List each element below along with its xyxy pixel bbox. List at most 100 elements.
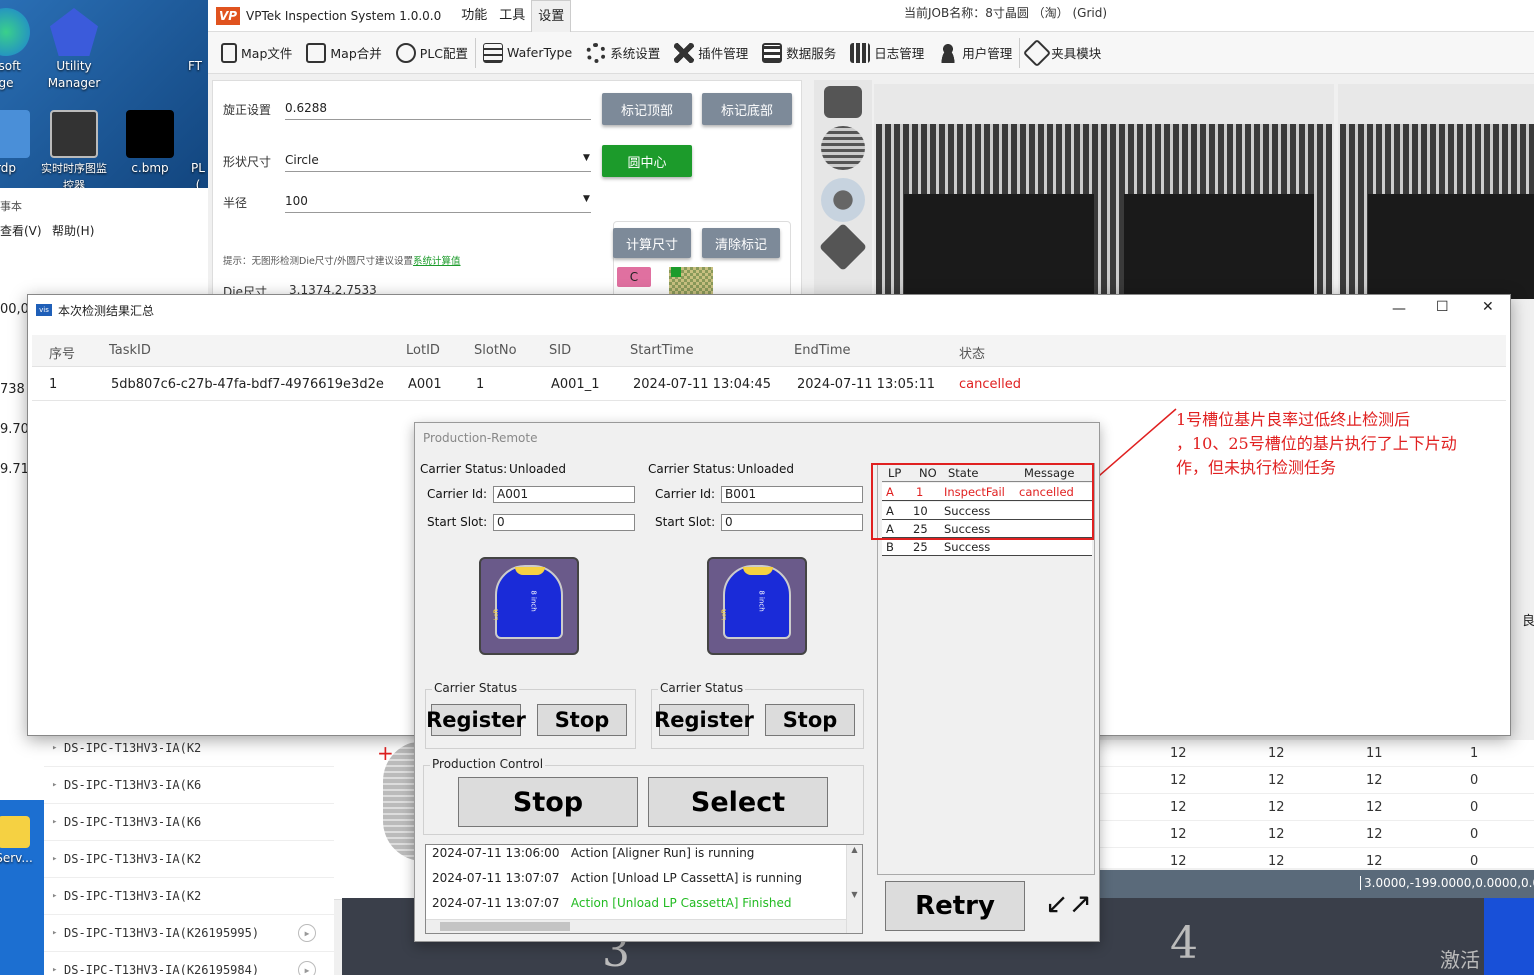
- circle-center-button[interactable]: 圆中心: [602, 145, 692, 177]
- control-select-button[interactable]: Select: [648, 777, 828, 827]
- collapse-icon[interactable]: ↙↗: [1045, 887, 1092, 920]
- menu-settings[interactable]: 设置: [531, 0, 572, 32]
- die-image-core: [1124, 194, 1314, 299]
- menu-tools[interactable]: 工具: [493, 0, 531, 32]
- mark-top-button[interactable]: 标记顶部: [602, 93, 692, 125]
- start-slot-input[interactable]: 0: [721, 514, 863, 531]
- rdp-icon: [0, 110, 30, 158]
- calc-size-button[interactable]: 计算尺寸: [613, 228, 691, 258]
- wafer-scan-icon[interactable]: [821, 178, 865, 222]
- retry-button[interactable]: Retry: [885, 881, 1025, 931]
- desktop-icon-utility-manager[interactable]: Utility Manager: [38, 8, 110, 92]
- play-icon[interactable]: ▶: [298, 924, 316, 942]
- desktop-icon-ft[interactable]: FT: [180, 58, 210, 75]
- register-button[interactable]: Register: [654, 704, 754, 736]
- menu-help[interactable]: 帮助(H): [52, 222, 94, 239]
- shape-select[interactable]: Circle: [285, 153, 591, 172]
- desktop-icon-edge[interactable]: osoft ge: [0, 8, 42, 92]
- cassette-icon: 8 inch Left: [707, 557, 807, 655]
- die-image-pane-2[interactable]: [1338, 84, 1534, 299]
- camera-icon[interactable]: [824, 86, 862, 118]
- column-header: 序号: [49, 347, 76, 362]
- hint-link[interactable]: 系统计算值: [413, 256, 461, 267]
- wafer: 8 inch Left: [493, 565, 563, 639]
- toolbar-map-merge[interactable]: Map合并: [299, 35, 388, 71]
- die-image-pane-1[interactable]: [874, 84, 1334, 299]
- log-scrollbar[interactable]: ▲ ▼: [846, 845, 862, 933]
- log-hscrollbar[interactable]: [426, 919, 846, 933]
- user-icon: [938, 42, 959, 63]
- list-item[interactable]: DS-IPC-T13HV3-IA(K26195984)▶: [44, 952, 334, 975]
- task-id: 5db807c6-c27b-47fa-bdf7-4976619e3d2e: [111, 377, 384, 392]
- list-item[interactable]: DS-IPC-T13HV3-IA(K6: [44, 804, 334, 841]
- monitor-icon: [50, 110, 98, 158]
- carrier-id-input[interactable]: B001: [721, 486, 863, 503]
- carrier-id-input[interactable]: A001: [493, 486, 635, 503]
- start-slot-input[interactable]: 0: [493, 514, 635, 531]
- play-icon[interactable]: ▶: [298, 961, 316, 975]
- carrier-id-label: Carrier Id:: [427, 487, 488, 501]
- stop-button[interactable]: Stop: [765, 704, 855, 736]
- wafer-side-label: Left: [721, 608, 729, 621]
- desktop-icon-rdp[interactable]: rdp: [0, 110, 42, 177]
- desktop-icon-serv[interactable]: Serv...: [0, 816, 42, 867]
- blue-tile: [1484, 898, 1534, 975]
- file-icon: [221, 42, 237, 63]
- log-line: 2024-07-11 13:06:00 Action [Aligner Run]…: [432, 846, 755, 860]
- toolbar-plugin-manage[interactable]: 插件管理: [667, 35, 755, 71]
- toolbar-system-settings[interactable]: 系统设置: [579, 35, 667, 71]
- toolbar-map-file[interactable]: Map文件: [214, 35, 299, 71]
- app-title: VPTek Inspection System 1.0.0.0: [246, 8, 442, 23]
- job-name: 当前JOB名称：8寸晶圆 （淘） (Grid): [904, 6, 1108, 20]
- hint-text: 提示：无图形检测Die尺寸/外圆尺寸建议设置系统计算值: [223, 256, 461, 267]
- desktop-icon-timing-monitor[interactable]: 实时时序图监 控器: [38, 110, 110, 194]
- bg-result-table: 12 12 11 1 12 12 12 0 12 12 12 0 12 12 1…: [1096, 740, 1534, 868]
- stop-button[interactable]: Stop: [537, 704, 627, 736]
- tool-cross-icon[interactable]: [818, 222, 868, 272]
- table-row[interactable]: B 25 Success: [882, 538, 1092, 556]
- grid-sphere-icon[interactable]: [821, 126, 865, 170]
- list-item[interactable]: DS-IPC-T13HV3-IA(K26195995)▶: [44, 915, 334, 952]
- list-item[interactable]: DS-IPC-T13HV3-IA(K2: [44, 878, 334, 915]
- control-stop-button[interactable]: Stop: [458, 777, 638, 827]
- column-header: LotID: [406, 343, 440, 358]
- carrier-status-label: Carrier Status:: [420, 462, 508, 476]
- column-header: TaskID: [109, 343, 151, 358]
- rotation-input[interactable]: 0.6288: [285, 101, 591, 120]
- list-item[interactable]: DS-IPC-T13HV3-IA(K2: [44, 841, 334, 878]
- menu-function[interactable]: 功能: [455, 0, 493, 32]
- end-time: 2024-07-11 13:05:11: [797, 377, 936, 392]
- toolbar-data-service[interactable]: 数据服务: [755, 35, 843, 71]
- register-button[interactable]: Register: [426, 704, 526, 736]
- minimize-icon[interactable]: —: [1392, 301, 1406, 317]
- desktop-icon-cbmp[interactable]: c.bmp: [114, 110, 186, 177]
- column-header: SlotNo: [474, 343, 517, 358]
- image-file-icon: [126, 110, 174, 158]
- mark-bottom-button[interactable]: 标记底部: [702, 93, 792, 125]
- toolbar-plc-config[interactable]: PLC配置: [389, 35, 475, 71]
- chip-c[interactable]: C: [617, 267, 651, 287]
- server-icon: [762, 42, 783, 63]
- tools-icon: [674, 42, 695, 63]
- table-row[interactable]: 1 5db807c6-c27b-47fa-bdf7-4976619e3d2e A…: [32, 369, 1506, 401]
- side-number: 9.70: [0, 422, 29, 437]
- carrier-id-label: Carrier Id:: [655, 487, 716, 501]
- maximize-icon[interactable]: ☐: [1436, 299, 1449, 315]
- toolbar-wafer-type[interactable]: WaferType: [476, 35, 579, 71]
- menu-view[interactable]: 查看(V): [0, 222, 42, 239]
- wafer: 8 inch Left: [721, 565, 791, 639]
- die-image-core: [1368, 194, 1534, 299]
- toolbar-log-manage[interactable]: 日志管理: [843, 35, 931, 71]
- close-icon[interactable]: ✕: [1482, 299, 1494, 315]
- side-number: 9.71: [0, 462, 29, 477]
- list-item[interactable]: DS-IPC-T13HV3-IA(K6: [44, 767, 334, 804]
- radius-select[interactable]: 100: [285, 194, 591, 213]
- column-header: 状态: [959, 347, 986, 362]
- device-list: DS-IPC-T13HV3-IA(K2 DS-IPC-T13HV3-IA(K6 …: [44, 730, 334, 975]
- production-title: Production-Remote: [423, 431, 538, 445]
- toolbar-user-manage[interactable]: 用户管理: [931, 35, 1019, 71]
- toolbar-fixture-module[interactable]: 夹具模块: [1020, 35, 1108, 71]
- clear-mark-button[interactable]: 清除标记: [702, 228, 780, 258]
- hscroll-thumb[interactable]: [440, 922, 570, 931]
- carrier-status-value: Unloaded: [737, 462, 795, 476]
